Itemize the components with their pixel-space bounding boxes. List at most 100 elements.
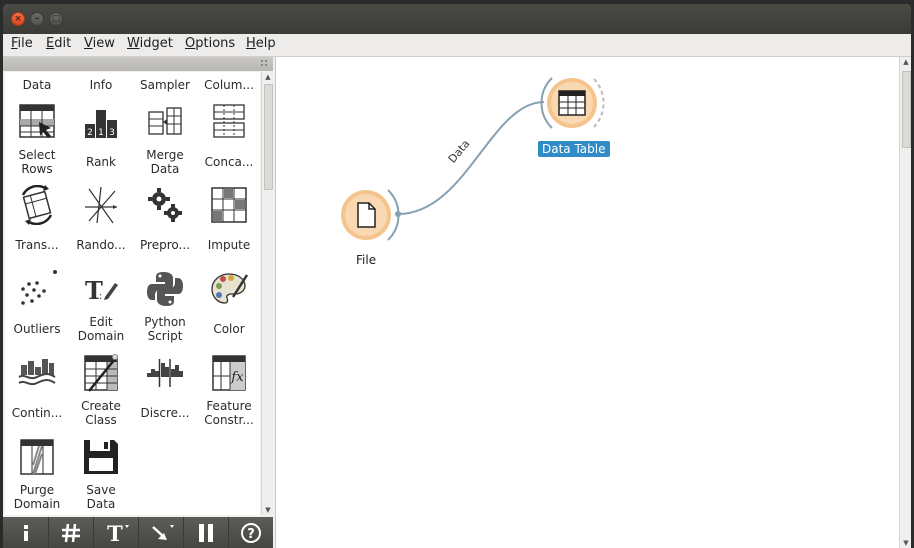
widget-label: Info [89, 78, 113, 92]
save-data-icon [84, 440, 118, 474]
data-link[interactable] [397, 101, 545, 215]
table-icon [558, 90, 586, 116]
color-icon [211, 273, 249, 304]
dock-float-icon[interactable] [261, 60, 269, 68]
svg-text:T: T [107, 522, 123, 544]
widget-label: Data [150, 162, 180, 176]
feature-constructor-icon: fx [212, 355, 246, 391]
scroll-thumb[interactable] [902, 71, 911, 148]
maximize-window-button[interactable]: □ [49, 12, 63, 26]
svg-text::: : [99, 291, 102, 302]
widget-label: Class [85, 413, 117, 427]
menu-widget[interactable]: Widget [127, 36, 173, 51]
widget-label: Feature [206, 399, 252, 413]
canvas-vertical-scrollbar[interactable]: ▲ ▼ [899, 57, 911, 548]
widget-label: Save [86, 483, 116, 497]
widget-label: Data [22, 78, 52, 92]
widget-label: Select [18, 148, 56, 162]
widget-label: Rank [86, 155, 116, 169]
data-table-node[interactable] [540, 77, 605, 129]
svg-text:3: 3 [109, 128, 115, 138]
help-icon: ? [241, 523, 261, 543]
widget-label: Script [147, 329, 183, 343]
svg-text:fx: fx [230, 370, 244, 385]
grid-button[interactable] [48, 517, 94, 548]
text-annotation-button[interactable]: T [93, 517, 139, 548]
create-class-icon [84, 354, 118, 392]
widget-label: Rando... [76, 238, 126, 252]
python-script-icon [147, 272, 183, 306]
menu-file[interactable]: File [11, 36, 33, 51]
scroll-down-arrow-icon[interactable]: ▼ [263, 505, 273, 515]
continuize-icon [18, 359, 56, 386]
grid-icon [62, 523, 80, 543]
select-rows-icon [19, 104, 55, 138]
svg-text:2: 2 [87, 128, 93, 138]
file-icon [357, 202, 376, 228]
dock-title-bar[interactable] [3, 57, 273, 71]
widget-label: Domain [13, 497, 61, 511]
widget-label: Python [144, 315, 186, 329]
info-icon [24, 525, 28, 541]
info-button[interactable] [3, 517, 49, 548]
canvas-toolbar: T ? [3, 517, 273, 548]
workflow-canvas[interactable]: Data File Data Table [275, 57, 900, 548]
data-table-node-label[interactable]: Data Table [538, 141, 610, 157]
widget-label: Sampler [140, 78, 190, 92]
merge-data-icon [148, 107, 182, 135]
arrow-annotation-button[interactable] [138, 517, 184, 548]
orange-window: × – □ File Edit View Widget Options Help… [3, 4, 911, 548]
widget-palette: Data Info Sampler Colum... Select Rows 2… [5, 72, 260, 515]
rank-icon: 213 [85, 110, 117, 138]
edit-domain-icon: T: [85, 276, 118, 305]
scroll-down-arrow-icon[interactable]: ▼ [901, 538, 911, 548]
text-annotation-icon: T [107, 522, 129, 544]
svg-text:?: ? [247, 527, 255, 542]
widget-label: Prepro... [140, 238, 190, 252]
widget-label: Color [213, 322, 245, 336]
widget-label: Impute [207, 238, 251, 252]
menu-view[interactable]: View [84, 36, 115, 51]
minimize-window-button[interactable]: – [30, 12, 44, 26]
canvas-drawing [341, 77, 605, 241]
file-node-label[interactable]: File [356, 253, 376, 267]
outliers-icon [21, 270, 57, 305]
menu-help[interactable]: Help [246, 36, 276, 51]
impute-icon [211, 187, 247, 223]
widget-label: Conca... [204, 155, 254, 169]
widget-label: Edit [89, 315, 113, 329]
arrow-annotation-icon [152, 525, 174, 540]
help-button[interactable]: ? [228, 517, 273, 548]
scroll-up-arrow-icon[interactable]: ▲ [263, 72, 273, 82]
concatenate-icon [213, 104, 245, 138]
preprocess-icon [148, 188, 182, 222]
menu-options[interactable]: Options [185, 36, 235, 51]
svg-text:1: 1 [98, 128, 104, 138]
widget-label: Constr... [204, 413, 254, 427]
widget-label: Outliers [13, 322, 61, 336]
widget-label: Data [86, 497, 116, 511]
widget-label: Rows [21, 162, 53, 176]
pause-icon [199, 524, 213, 542]
transpose-icon [21, 185, 53, 225]
palette-scrollbar[interactable]: ▲ ▼ [261, 72, 274, 515]
widget-label: Purge [19, 483, 55, 497]
widget-label: Colum... [204, 78, 254, 92]
pause-button[interactable] [183, 517, 229, 548]
close-window-button[interactable]: × [11, 12, 25, 26]
title-bar: × – □ [3, 4, 911, 34]
widget-label: Merge [146, 148, 184, 162]
purge-domain-icon [20, 439, 54, 475]
widget-label: Discre... [140, 406, 190, 420]
menu-edit[interactable]: Edit [46, 36, 71, 51]
menu-bar: File Edit View Widget Options Help [3, 34, 911, 57]
discretize-icon [147, 359, 183, 387]
widget-label: Create [81, 399, 121, 413]
widget-label: Trans... [15, 238, 59, 252]
widget-label: Domain [77, 329, 125, 343]
file-node[interactable] [341, 189, 401, 241]
scroll-up-arrow-icon[interactable]: ▲ [901, 57, 911, 67]
randomize-icon [85, 186, 117, 224]
widget-dock: Data Info Sampler Colum... Select Rows 2… [3, 57, 274, 548]
scroll-thumb[interactable] [264, 84, 273, 190]
